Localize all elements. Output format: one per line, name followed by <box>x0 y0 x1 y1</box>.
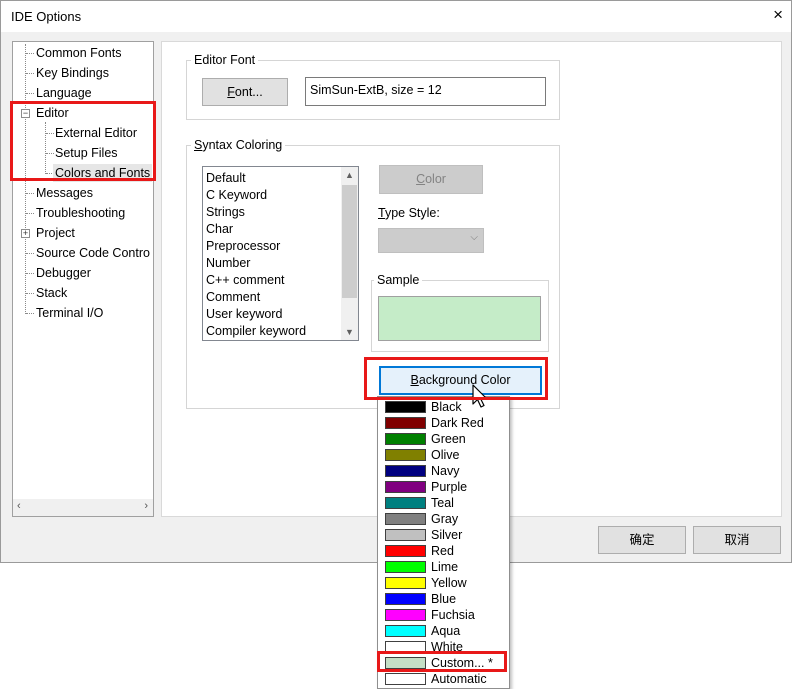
color-option-green[interactable]: Green <box>378 431 509 447</box>
editor-font-group-label: Editor Font <box>191 53 259 67</box>
list-item[interactable]: Char <box>206 221 233 238</box>
scroll-left-icon[interactable]: ‹ <box>17 500 21 512</box>
background-color-button[interactable]: Background Color <box>379 366 542 395</box>
list-item[interactable]: Preprocessor <box>206 238 280 255</box>
color-button[interactable]: Color <box>379 165 483 194</box>
color-option-gray[interactable]: Gray <box>378 511 509 527</box>
color-swatch <box>385 641 426 653</box>
collapse-icon[interactable]: − <box>21 109 30 118</box>
mouse-pointer-icon <box>472 384 488 408</box>
color-option-lime[interactable]: Lime <box>378 559 509 575</box>
scroll-down-icon[interactable]: ▼ <box>345 327 354 337</box>
color-option-red[interactable]: Red <box>378 543 509 559</box>
list-vertical-scrollbar[interactable]: ▲ ▼ <box>341 167 358 340</box>
tree-item-terminal-io[interactable]: Terminal I/O <box>36 304 103 322</box>
scroll-right-icon[interactable]: › <box>144 500 148 512</box>
tree-item-stack[interactable]: Stack <box>36 284 67 302</box>
color-swatch <box>385 481 426 493</box>
expand-icon[interactable]: + <box>21 229 30 238</box>
list-item[interactable]: Default <box>206 170 246 187</box>
type-style-dropdown[interactable]: ⌵ <box>378 228 484 253</box>
color-swatch <box>385 657 426 669</box>
color-option-olive[interactable]: Olive <box>378 447 509 463</box>
color-option-dark-red[interactable]: Dark Red <box>378 415 509 431</box>
color-option-teal[interactable]: Teal <box>378 495 509 511</box>
color-option-yellow[interactable]: Yellow <box>378 575 509 591</box>
color-swatch <box>385 401 426 413</box>
list-item[interactable]: Strings <box>206 204 245 221</box>
tree-item-project[interactable]: Project <box>36 224 75 242</box>
color-swatch <box>385 529 426 541</box>
color-option-purple[interactable]: Purple <box>378 479 509 495</box>
tree-item-troubleshooting[interactable]: Troubleshooting <box>36 204 125 222</box>
close-icon[interactable]: × <box>773 5 783 25</box>
color-swatch <box>385 465 426 477</box>
scrollbar-thumb[interactable] <box>342 185 357 298</box>
color-option-silver[interactable]: Silver <box>378 527 509 543</box>
color-option-fuchsia[interactable]: Fuchsia <box>378 607 509 623</box>
syntax-coloring-group-label: Syntax Coloring <box>191 138 286 152</box>
sample-group-label: Sample <box>374 273 423 287</box>
dialog-title: IDE Options <box>11 9 82 24</box>
color-option-aqua[interactable]: Aqua <box>378 623 509 639</box>
tree-item-setup-files[interactable]: Setup Files <box>55 144 118 162</box>
tree-item-debugger[interactable]: Debugger <box>36 264 91 282</box>
color-swatch <box>385 561 426 573</box>
font-value-field[interactable]: SimSun-ExtB, size = 12 <box>305 77 546 106</box>
tree-item-editor[interactable]: Editor <box>36 104 69 122</box>
color-swatch <box>385 673 426 685</box>
list-item[interactable]: Comment <box>206 289 260 306</box>
color-swatch <box>385 497 426 509</box>
cancel-button[interactable]: 取消 <box>693 526 781 554</box>
scroll-up-icon[interactable]: ▲ <box>345 170 354 180</box>
tree-item-messages[interactable]: Messages <box>36 184 93 202</box>
color-option-custom[interactable]: Custom... * <box>378 655 509 671</box>
background-color-menu[interactable]: Black Dark Red Green Olive Navy Purple T… <box>377 396 510 689</box>
color-swatch <box>385 433 426 445</box>
color-swatch <box>385 417 426 429</box>
tree-item-key-bindings[interactable]: Key Bindings <box>36 64 109 82</box>
options-tree[interactable]: Common Fonts Key Bindings Language − Edi… <box>12 41 154 517</box>
color-option-navy[interactable]: Navy <box>378 463 509 479</box>
chevron-down-icon: ⌵ <box>470 232 478 243</box>
title-bar: IDE Options × <box>1 1 791 32</box>
color-swatch <box>385 625 426 637</box>
color-swatch <box>385 593 426 605</box>
list-item[interactable]: User keyword <box>206 306 282 323</box>
font-button[interactable]: Font... <box>202 78 288 106</box>
syntax-element-list[interactable]: Default C Keyword Strings Char Preproces… <box>202 166 359 341</box>
tree-item-language[interactable]: Language <box>36 84 92 102</box>
color-option-automatic[interactable]: Automatic <box>378 671 509 687</box>
tree-item-source-code-control[interactable]: Source Code Contro <box>36 244 150 262</box>
tree-horizontal-scrollbar[interactable]: ‹ › <box>13 499 153 516</box>
list-item[interactable]: Number <box>206 255 250 272</box>
type-style-label: Type Style: <box>378 206 440 220</box>
color-swatch <box>385 577 426 589</box>
list-item[interactable]: C++ comment <box>206 272 285 289</box>
tree-item-colors-and-fonts[interactable]: Colors and Fonts <box>53 164 153 182</box>
color-option-blue[interactable]: Blue <box>378 591 509 607</box>
color-swatch <box>385 545 426 557</box>
tree-item-external-editor[interactable]: External Editor <box>55 124 137 142</box>
tree-item-common-fonts[interactable]: Common Fonts <box>36 44 121 62</box>
color-option-white[interactable]: White <box>378 639 509 655</box>
color-swatch <box>385 513 426 525</box>
color-swatch <box>385 609 426 621</box>
color-swatch <box>385 449 426 461</box>
ok-button[interactable]: 确定 <box>598 526 686 554</box>
sample-preview <box>378 296 541 341</box>
list-item[interactable]: C Keyword <box>206 187 267 204</box>
list-item[interactable]: Compiler keyword <box>206 323 306 340</box>
